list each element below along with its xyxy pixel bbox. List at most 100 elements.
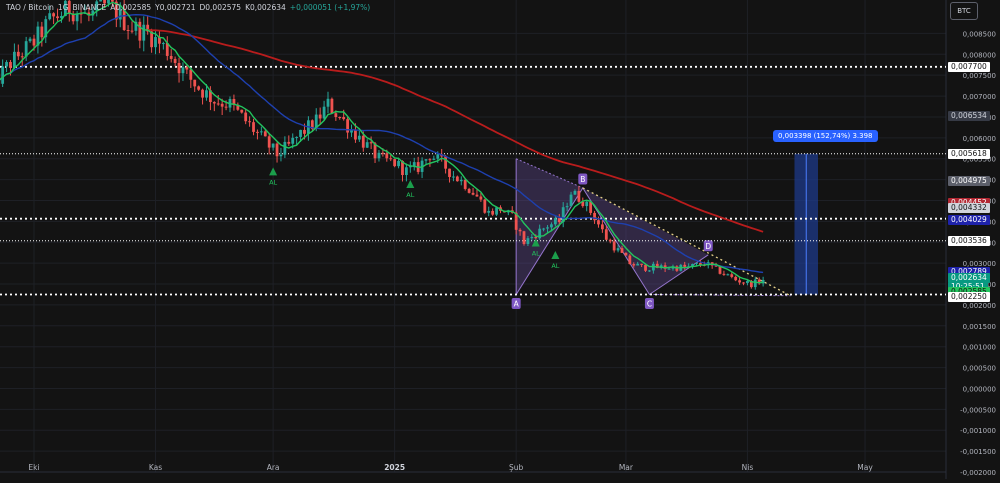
candle-body [362, 136, 365, 148]
x-tick-label: Nis [742, 463, 754, 472]
candle-body [456, 177, 459, 182]
buy-signal-arrow [269, 167, 277, 175]
candle-body [162, 43, 165, 44]
price-tag: 0,006534 [948, 111, 990, 121]
candle-body [99, 0, 102, 1]
open-value: A0,002585 [110, 3, 151, 12]
candle-body [570, 195, 573, 207]
price-chart[interactable]: ABCD ALALALAL 0,0085000,0080000,0075000,… [0, 0, 1000, 479]
candle-body [460, 180, 463, 181]
candle-body [327, 99, 330, 107]
symbol-header: TAO / Bitcoin 1G BINANCE A0,002585 Y0,00… [6, 3, 370, 12]
candle-body [574, 191, 577, 195]
candle-body [111, 0, 114, 2]
buy-signal-label: AL [532, 249, 540, 257]
chart-area[interactable]: ABCD ALALALAL 0,0085000,0080000,0075000,… [0, 0, 1000, 479]
price-tag: 0,004332 [948, 203, 990, 213]
pattern-point-a: A [514, 299, 520, 308]
candle-body [323, 107, 326, 119]
y-tick-label: 0,008000 [963, 51, 996, 59]
candle-body [205, 90, 208, 97]
candle-body [342, 117, 345, 119]
candle-body [389, 158, 392, 159]
candle-body [495, 207, 498, 214]
interval[interactable]: 1G [58, 3, 69, 12]
candle-body [734, 277, 737, 280]
candle-body [464, 180, 467, 189]
measure-label: 0,003398 (152,74%) 3.398 [773, 130, 878, 142]
candle-body [221, 104, 224, 107]
candle-body [566, 206, 569, 207]
candle-body [429, 159, 432, 160]
candle-body [150, 31, 153, 47]
candle-body [754, 280, 757, 288]
y-tick-label: -0,001000 [960, 427, 996, 435]
x-tick-label: Kas [149, 463, 162, 472]
symbol-name[interactable]: TAO / Bitcoin [6, 3, 54, 12]
x-tick-label: May [857, 463, 873, 472]
buy-signal-label: AL [269, 178, 277, 186]
y-tick-label: 0,007500 [963, 72, 996, 80]
candle-body [48, 13, 51, 19]
candle-body [291, 138, 294, 144]
candle-body [546, 227, 549, 228]
candle-body [648, 270, 651, 271]
candle-body [174, 59, 177, 63]
candle-body [225, 107, 228, 108]
candle-body [730, 274, 733, 277]
candle-body [621, 248, 624, 253]
candle-body [585, 202, 588, 206]
candle-body [366, 142, 369, 147]
candle-body [283, 142, 286, 155]
candle-body [695, 263, 698, 264]
candle-body [29, 39, 32, 42]
candle-body [5, 62, 8, 66]
y-tick-label: -0,002000 [960, 469, 996, 477]
axes: 0,0085000,0080000,0075000,0070000,006500… [28, 30, 996, 477]
candle-body [640, 264, 643, 265]
candle-body [476, 195, 479, 197]
change-value: +0,000051 (+1,97%) [290, 3, 370, 12]
candle-body [154, 37, 157, 47]
candle-body [299, 130, 302, 137]
currency-button[interactable]: BTC [950, 2, 978, 20]
candle-body [272, 144, 275, 148]
candle-body [558, 218, 561, 222]
pattern-point-d: D [705, 242, 711, 251]
candle-body [185, 67, 188, 69]
price-tag: 0,004029 [948, 215, 990, 225]
candle-body [468, 189, 471, 193]
candle-body [9, 62, 12, 68]
candle-body [632, 264, 635, 265]
price-tag: 0,004975 [948, 176, 990, 186]
candle-body [479, 197, 482, 200]
y-tick-label: 0,001000 [963, 344, 996, 352]
candle-body [644, 265, 647, 271]
candle-body [523, 231, 526, 244]
candle-body [331, 99, 334, 113]
price-tag: 0,003536 [948, 236, 990, 246]
y-tick-label: 0,002000 [963, 302, 996, 310]
candle-body [346, 119, 349, 132]
x-tick-label: Mar [619, 463, 634, 472]
x-tick-label: 2025 [384, 463, 405, 472]
candle-body [628, 256, 631, 265]
candle-body [378, 153, 381, 158]
candle-body [354, 130, 357, 140]
candle-body [683, 265, 686, 267]
candle-body [487, 211, 490, 213]
candle-body [17, 52, 20, 56]
buy-signal-label: AL [551, 262, 559, 270]
buy-signal-arrow [551, 251, 559, 259]
candle-body [303, 130, 306, 134]
candle-body [636, 264, 639, 266]
candle-body [444, 156, 447, 168]
candle-body [52, 13, 55, 16]
buy-signal-label: AL [406, 191, 414, 199]
candle-body [197, 86, 200, 89]
y-tick-label: -0,001500 [960, 448, 996, 456]
candle-body [432, 159, 435, 160]
candle-body [601, 224, 604, 229]
candle-body [385, 153, 388, 158]
candle-body [256, 132, 259, 133]
